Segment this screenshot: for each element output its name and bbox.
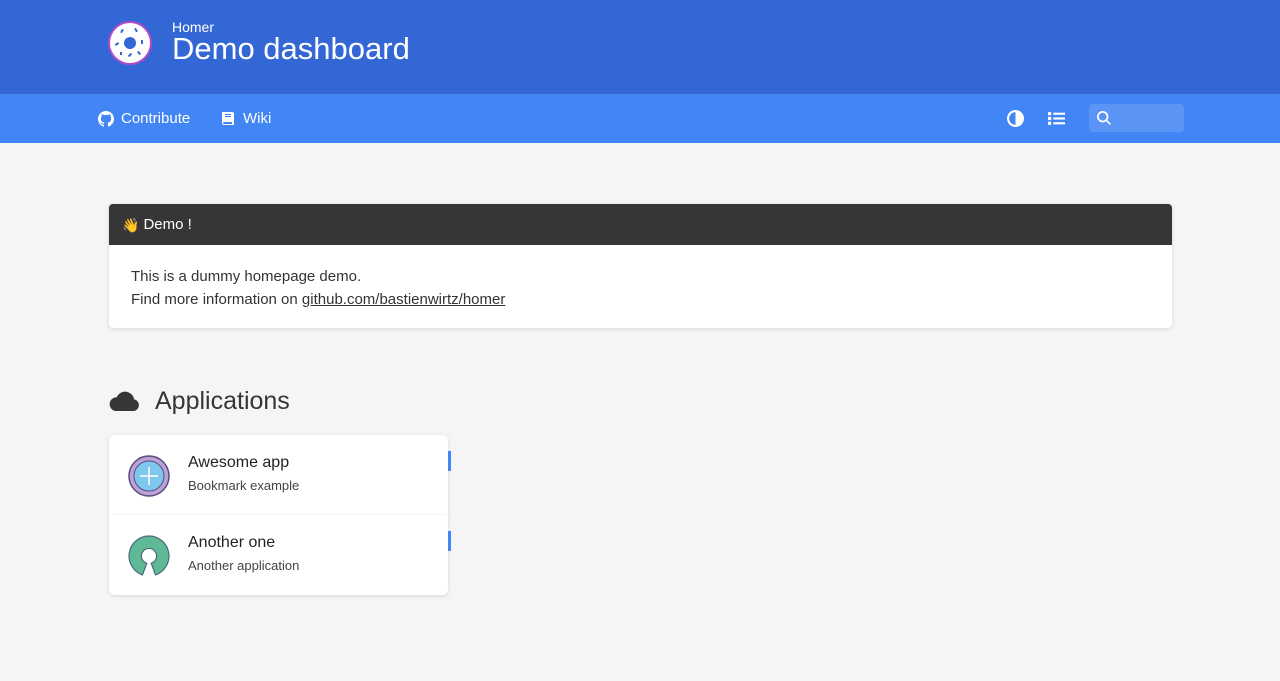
message-box: 👋 Demo ! This is a dummy homepage demo. …	[109, 204, 1172, 328]
github-icon	[98, 110, 114, 127]
message-line: This is a dummy homepage demo.	[131, 268, 362, 285]
service-tag	[448, 531, 451, 551]
service-card[interactable]: Another one Another application	[109, 515, 451, 595]
service-subtitle: Another application	[188, 558, 300, 573]
service-name: Another one	[188, 534, 276, 551]
layout-toggle-button[interactable]	[1048, 110, 1065, 127]
service-name: Awesome app	[188, 454, 290, 471]
message-link[interactable]: github.com/bastienwirtz/homer	[302, 291, 505, 308]
group-name: Applications	[155, 386, 290, 415]
service-subtitle: Bookmark example	[188, 478, 300, 493]
message-title: Demo !	[143, 216, 192, 233]
donut-logo[interactable]	[107, 20, 153, 66]
search-box[interactable]	[1089, 104, 1184, 132]
contrast-icon	[1007, 110, 1024, 127]
search-icon	[1097, 111, 1111, 125]
header: Homer Demo dashboard	[0, 0, 1280, 94]
nav-link-contribute[interactable]: Contribute	[98, 94, 190, 143]
message-text: Find more information on	[131, 291, 302, 308]
book-icon	[222, 111, 234, 125]
service-tag	[448, 451, 451, 471]
group-title: Applications	[108, 384, 290, 418]
list-icon	[1048, 112, 1065, 125]
service-card[interactable]: Awesome app Bookmark example	[109, 435, 451, 515]
search-input[interactable]	[1115, 104, 1181, 132]
plus-circle-logo	[128, 455, 170, 497]
wave-emoji: 👋	[122, 216, 140, 233]
nav-link-wiki[interactable]: Wiki	[220, 94, 271, 143]
navbar: Contribute Wiki	[0, 94, 1280, 143]
nav-link-label: Contribute	[121, 110, 191, 127]
message-header: 👋 Demo !	[109, 204, 1172, 245]
page-title: Demo dashboard	[172, 31, 410, 66]
message-body: This is a dummy homepage demo. Find more…	[109, 245, 1172, 328]
message-line: Find more information on github.com/bast…	[131, 288, 1150, 311]
nav-link-label: Wiki	[243, 110, 272, 127]
theme-toggle-button[interactable]	[1007, 110, 1024, 127]
open-source-logo	[128, 535, 170, 576]
cloud-icon	[109, 391, 139, 411]
